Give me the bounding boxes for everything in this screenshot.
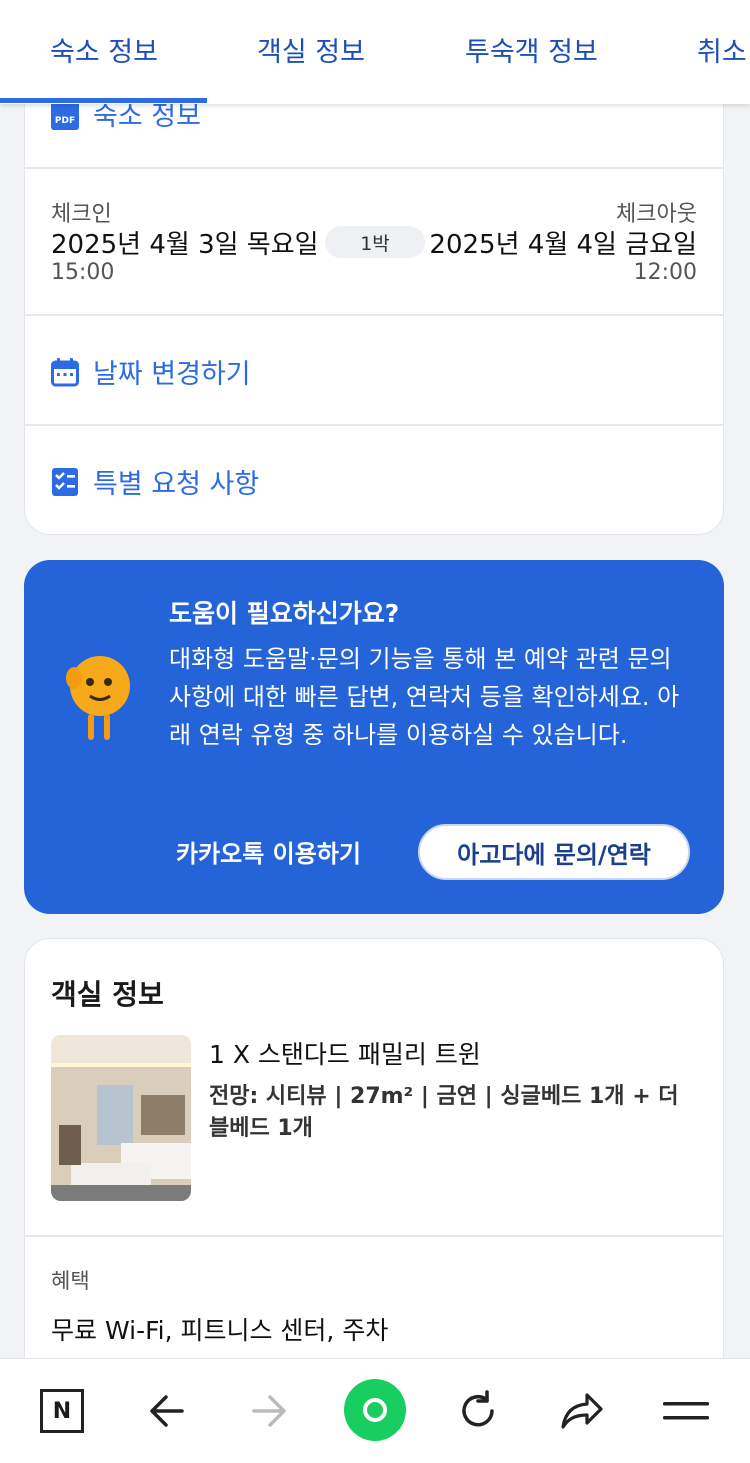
special-requests-link[interactable]: 특별 요청 사항 xyxy=(51,462,259,501)
mascot-icon xyxy=(60,648,140,748)
help-card: 도움이 필요하신가요? 대화형 도움말·문의 기능을 통해 본 예약 관련 문의… xyxy=(24,560,724,914)
change-dates-link[interactable]: 날짜 변경하기 xyxy=(51,352,251,391)
benefit-text: 무료 Wi-Fi, 피트니스 센터, 주차 xyxy=(51,1316,389,1345)
tab-cancel[interactable]: 취소 xyxy=(697,30,747,69)
active-tab-indicator xyxy=(0,98,207,103)
room-details: 전망: 시티뷰 | 27m² | 금연 | 싱글베드 1개 + 더블베드 1개 xyxy=(209,1084,679,1141)
browser-toolbar: N xyxy=(0,1358,750,1463)
room-photo[interactable] xyxy=(51,1035,191,1201)
divider xyxy=(25,1235,723,1237)
forward-arrow-icon[interactable] xyxy=(244,1385,296,1437)
change-dates-label: 날짜 변경하기 xyxy=(93,359,251,390)
room-info-card: 객실 정보 1 X 스탠다드 패밀리 트윈 전망: 시티뷰 | 27m² | 금… xyxy=(24,938,724,1378)
checklist-icon xyxy=(51,467,79,497)
agoda-contact-button[interactable]: 아고다에 문의/연락 xyxy=(418,824,690,880)
menu-icon[interactable] xyxy=(660,1385,712,1437)
help-title: 도움이 필요하신가요? xyxy=(169,599,400,628)
green-home-icon[interactable] xyxy=(344,1379,406,1441)
room-heading: 객실 정보 xyxy=(51,978,164,1011)
kakao-button[interactable]: 카카오톡 이용하기 xyxy=(176,834,361,869)
calendar-icon xyxy=(51,357,79,387)
help-body: 대화형 도움말·문의 기능을 통해 본 예약 관련 문의 사항에 대한 빠른 답… xyxy=(169,645,680,749)
checkin-time: 15:00 xyxy=(51,260,115,285)
checkin-date: 2025년 4월 3일 목요일 xyxy=(51,230,319,260)
checkout-date: 2025년 4월 4일 금요일 xyxy=(429,230,697,260)
refresh-icon[interactable] xyxy=(452,1385,504,1437)
divider xyxy=(25,424,723,426)
tab-room-info[interactable]: 객실 정보 xyxy=(257,30,365,69)
share-icon[interactable] xyxy=(556,1385,608,1437)
divider xyxy=(25,314,723,316)
divider xyxy=(25,167,723,169)
naver-n-icon[interactable]: N xyxy=(36,1385,88,1437)
tab-guest-info[interactable]: 투숙객 정보 xyxy=(465,30,598,69)
benefit-label: 혜택 xyxy=(51,1269,90,1293)
room-name: 1 X 스탠다드 패밀리 트윈 xyxy=(209,1040,481,1069)
special-requests-label: 특별 요청 사항 xyxy=(93,469,260,500)
tab-bar: 숙소 정보 객실 정보 투숙객 정보 취소 xyxy=(0,0,750,104)
checkout-time: 12:00 xyxy=(633,260,697,285)
back-arrow-icon[interactable] xyxy=(140,1385,192,1437)
tab-property-info[interactable]: 숙소 정보 xyxy=(50,30,158,69)
nights-badge: 1박 xyxy=(325,226,425,258)
booking-dates-card: PDF 숙소 정보 체크인 2025년 4월 3일 목요일 15:00 1박 체… xyxy=(24,80,724,535)
